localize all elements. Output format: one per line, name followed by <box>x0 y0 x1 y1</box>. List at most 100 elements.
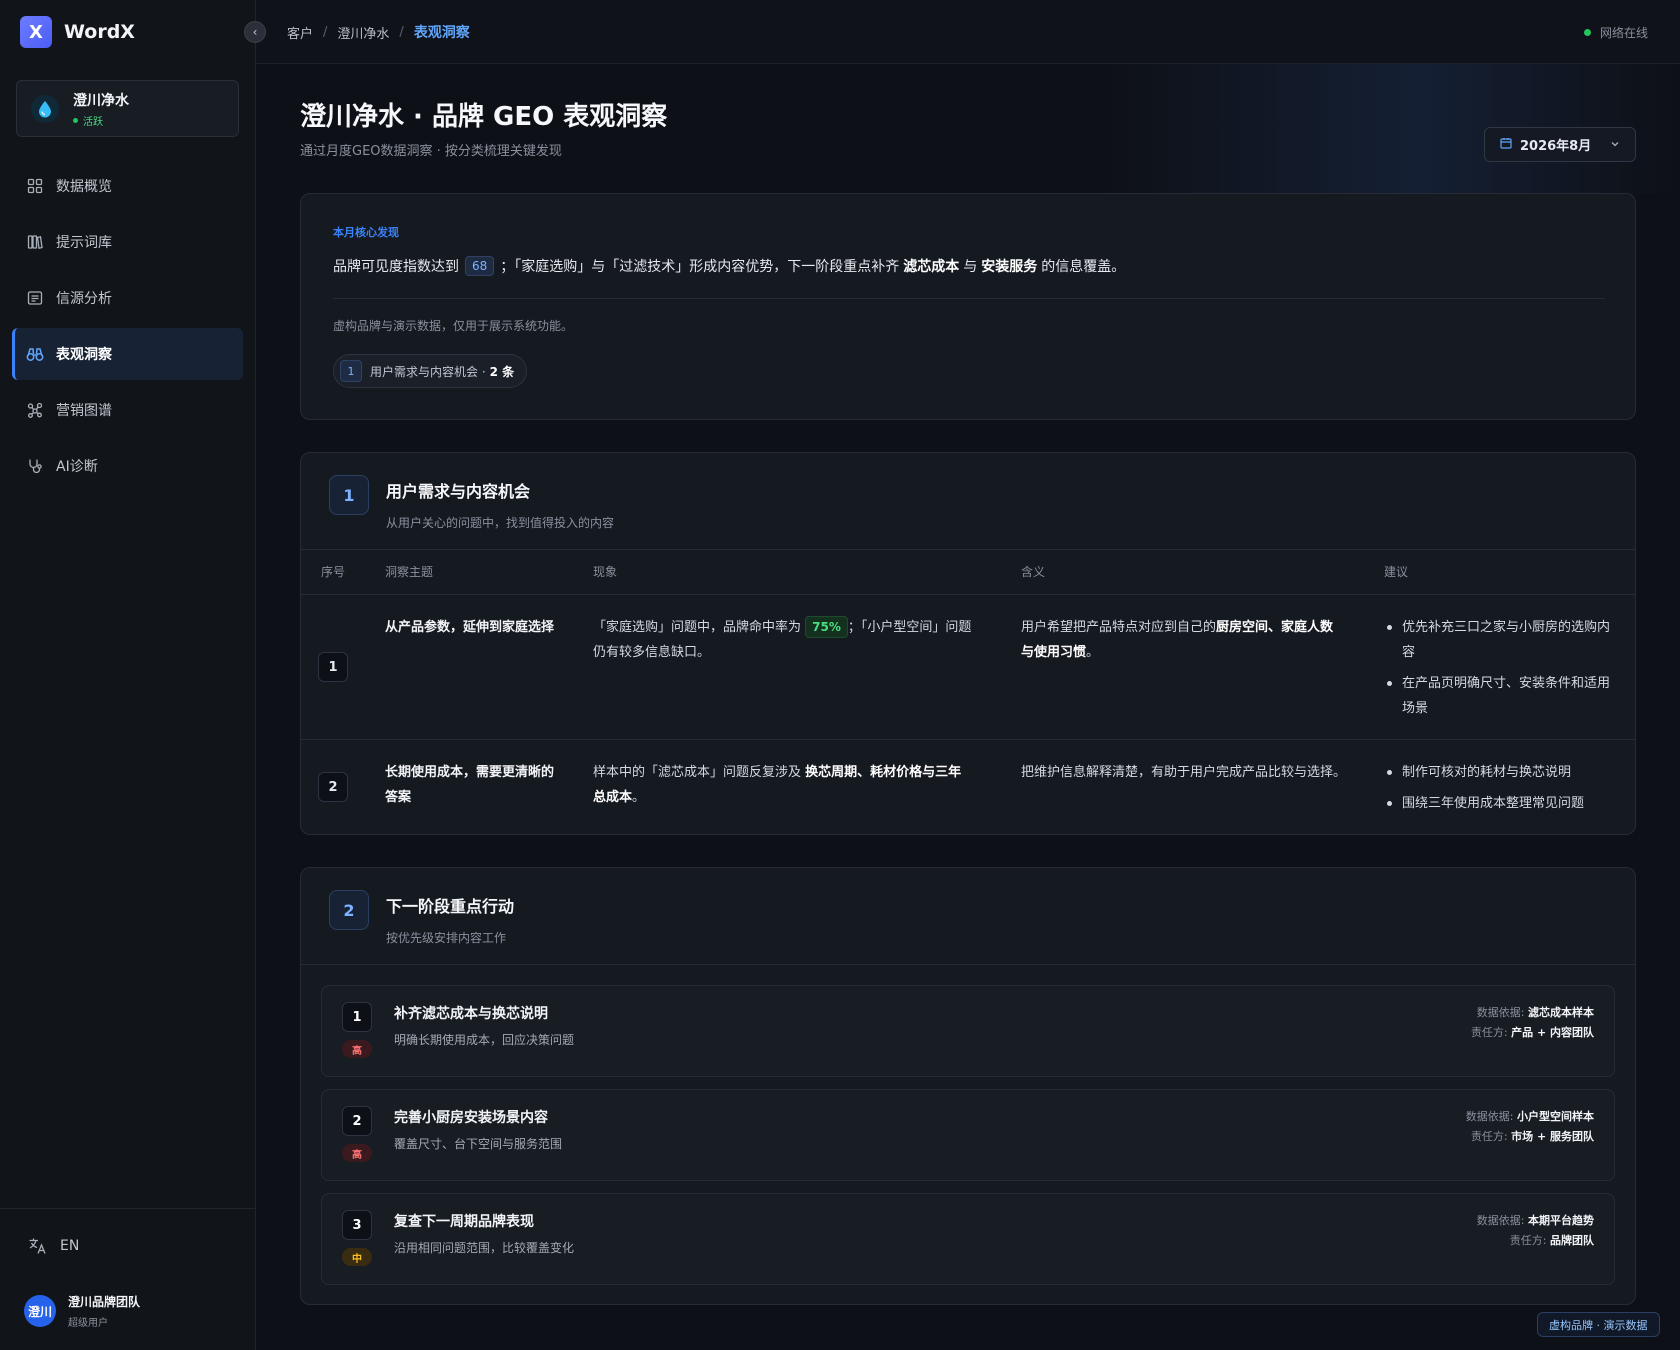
action-description: 覆盖尺寸、台下空间与服务范围 <box>394 1137 563 1151</box>
basis-value: 小户型空间样本 <box>1517 1110 1594 1123</box>
demo-data-badge: 虚构品牌 · 演示数据 <box>1537 1312 1660 1337</box>
topbar: 客户 / 澄川净水 / 表观洞察 网络在线 <box>256 0 1680 64</box>
priority-badge: 高 <box>342 1040 372 1058</box>
key-finding-label: 本月核心发现 <box>333 226 399 239</box>
sidebar-item-insights[interactable]: 表观洞察 <box>12 328 243 380</box>
translate-icon <box>28 1237 48 1255</box>
basis-label: 数据依据: <box>1476 1006 1525 1019</box>
month-picker-value: 2026年8月 <box>1520 139 1592 154</box>
owner-value: 品牌团队 <box>1550 1234 1594 1247</box>
user-profile[interactable]: 澄川 澄川品牌团队 超级用户 <box>24 1293 140 1329</box>
finding-emphasis: 安装服务 <box>981 259 1038 275</box>
finding-text-part: 的信息覆盖。 <box>1041 259 1126 275</box>
chip-count: 2 条 <box>489 364 515 379</box>
language-toggle[interactable]: EN <box>28 1237 79 1255</box>
col-header-index: 序号 <box>321 565 346 579</box>
app-root: X WordX 澄川净水 活跃 数据概览 提示词库 信源分析 表观洞察 营销图谱… <box>0 0 1680 1350</box>
meaning-text: 用户希望把产品特点对应到自己的 <box>1021 620 1217 635</box>
calendar-icon <box>1500 137 1512 153</box>
suggestion-item: 优先补充三口之家与小厨房的选购内容 <box>1384 615 1620 665</box>
col-header-meaning: 含义 <box>1021 565 1046 579</box>
category-chip[interactable]: 1 用户需求与内容机会 · 2 条 <box>333 354 528 388</box>
breadcrumb: 客户 / 澄川净水 / 表观洞察 <box>287 0 470 64</box>
suggestion-item: 制作可核对的耗材与换芯说明 <box>1384 760 1620 785</box>
row-suggestions: 优先补充三口之家与小厨房的选购内容 在产品页明确尺寸、安装条件和适用场景 <box>1384 615 1620 727</box>
sidebar-item-label: AI诊断 <box>56 459 98 475</box>
divider <box>301 549 1635 550</box>
action-title: 补齐滤芯成本与换芯说明 <box>394 1006 548 1022</box>
brand-status: 活跃 <box>73 113 129 128</box>
suggestion-item: 在产品页明确尺寸、安装条件和适用场景 <box>1384 671 1620 721</box>
key-finding-text: 品牌可见度指数达到 68 ；「家庭选购」与「过滤技术」形成内容优势，下一阶段重点… <box>333 256 1125 276</box>
sidebar-item-label: 数据概览 <box>56 179 112 195</box>
action-meta: 数据依据: 小户型空间样本 责任方: 市场 + 服务团队 <box>1466 1107 1594 1147</box>
grid-icon <box>26 177 44 195</box>
breadcrumb-separator: / <box>323 24 328 40</box>
finding-emphasis: 滤芯成本 <box>903 259 960 275</box>
section-title: 用户需求与内容机会 <box>386 482 531 501</box>
finding-text-part: 品牌可见度指数达到 <box>333 259 459 275</box>
table-row: 1 从产品参数，延伸到家庭选择 「家庭选购」问题中，品牌命中率为 75% ；「小户… <box>301 595 1635 739</box>
sidebar-item-sources[interactable]: 信源分析 <box>12 272 243 324</box>
row-number: 1 <box>318 652 348 682</box>
sidebar-item-ai-diagnosis[interactable]: AI诊断 <box>12 440 243 492</box>
chip-number: 1 <box>340 360 362 382</box>
online-dot-icon <box>1583 28 1591 36</box>
sidebar-item-graph[interactable]: 营销图谱 <box>12 384 243 436</box>
action-number: 2 <box>342 1106 372 1136</box>
owner-value: 产品 + 内容团队 <box>1511 1026 1594 1039</box>
section-title: 下一阶段重点行动 <box>386 897 515 916</box>
binoculars-icon <box>26 345 44 363</box>
sidebar-item-overview[interactable]: 数据概览 <box>12 160 243 212</box>
action-item[interactable]: 2 高 完善小厨房安装场景内容 覆盖尺寸、台下空间与服务范围 数据依据: 小户型… <box>321 1089 1615 1181</box>
brand-status-text: 活跃 <box>83 116 103 128</box>
month-picker[interactable]: 2026年8月 <box>1484 127 1636 162</box>
row-meaning: 用户希望把产品特点对应到自己的厨房空间、家庭人数与使用习惯。 <box>1021 615 1341 665</box>
library-icon <box>26 233 44 251</box>
user-role: 超级用户 <box>68 1318 108 1329</box>
owner-value: 市场 + 服务团队 <box>1511 1130 1594 1143</box>
breadcrumb-item-brand[interactable]: 澄川净水 <box>337 23 389 42</box>
sidebar-item-prompts[interactable]: 提示词库 <box>12 216 243 268</box>
row-topic: 从产品参数，延伸到家庭选择 <box>385 620 555 635</box>
divider <box>333 298 1605 299</box>
action-meta: 数据依据: 本期平台趋势 责任方: 品牌团队 <box>1477 1211 1594 1251</box>
action-item[interactable]: 1 高 补齐滤芯成本与换芯说明 明确长期使用成本，回应决策问题 数据依据: 滤芯… <box>321 985 1615 1077</box>
brand-name: 澄川净水 <box>73 92 129 109</box>
action-meta: 数据依据: 滤芯成本样本 责任方: 产品 + 内容团队 <box>1471 1003 1594 1043</box>
chevron-left-icon: ‹ <box>252 25 258 39</box>
action-description: 沿用相同问题范围，比较覆盖变化 <box>394 1241 575 1255</box>
avatar: 澄川 <box>24 1295 56 1327</box>
breadcrumb-item-clients[interactable]: 客户 <box>287 23 313 42</box>
main-content: 澄川净水 · 品牌 GEO 表观洞察 通过月度GEO数据洞察 · 按分类梳理关键… <box>256 64 1680 1350</box>
section-subtitle: 从用户关心的问题中，找到值得投入的内容 <box>386 516 615 530</box>
chip-label: 用户需求与内容机会 · <box>370 364 486 379</box>
water-drop-icon <box>31 94 59 123</box>
row-number: 2 <box>318 772 348 802</box>
col-header-topic: 洞察主题 <box>385 565 434 579</box>
app-logo[interactable]: X WordX <box>20 16 135 48</box>
graph-icon <box>26 401 44 419</box>
key-finding-card: 本月核心发现 品牌可见度指数达到 68 ；「家庭选购」与「过滤技术」形成内容优势… <box>300 193 1636 420</box>
row-topic: 长期使用成本，需要更清晰的答案 <box>385 765 555 805</box>
demo-note: 虚构品牌与演示数据，仅用于展示系统功能。 <box>333 319 574 333</box>
section-next-actions: 2 下一阶段重点行动 按优先级安排内容工作 1 高 补齐滤芯成本与换芯说明 明确… <box>300 867 1636 1305</box>
brand-switcher[interactable]: 澄川净水 活跃 <box>16 80 239 137</box>
phenomenon-text: 样本中的「滤芯成本」问题反复涉及 <box>593 765 802 780</box>
page-title: 澄川净水 · 品牌 GEO 表观洞察 <box>300 102 668 132</box>
page-subtitle: 通过月度GEO数据洞察 · 按分类梳理关键发现 <box>300 144 562 159</box>
stethoscope-icon <box>26 457 44 475</box>
action-item[interactable]: 3 中 复查下一周期品牌表现 沿用相同问题范围，比较覆盖变化 数据依据: 本期平… <box>321 1193 1615 1285</box>
col-header-phenomenon: 现象 <box>593 565 618 579</box>
basis-label: 数据依据: <box>1465 1110 1514 1123</box>
collapse-sidebar-button[interactable]: ‹ <box>244 21 266 43</box>
network-status-text: 网络在线 <box>1599 25 1648 40</box>
section-number: 2 <box>329 890 369 930</box>
sidebar: X WordX 澄川净水 活跃 数据概览 提示词库 信源分析 表观洞察 营销图谱… <box>0 0 256 1350</box>
owner-label: 责任方: <box>1470 1026 1508 1039</box>
finding-text-part: 与 <box>963 259 978 275</box>
chevron-down-icon <box>1609 138 1621 154</box>
action-description: 明确长期使用成本，回应决策问题 <box>394 1033 575 1047</box>
sidebar-footer-divider <box>0 1208 256 1209</box>
section-user-needs: 1 用户需求与内容机会 从用户关心的问题中，找到值得投入的内容 序号 洞察主题 … <box>300 452 1636 835</box>
